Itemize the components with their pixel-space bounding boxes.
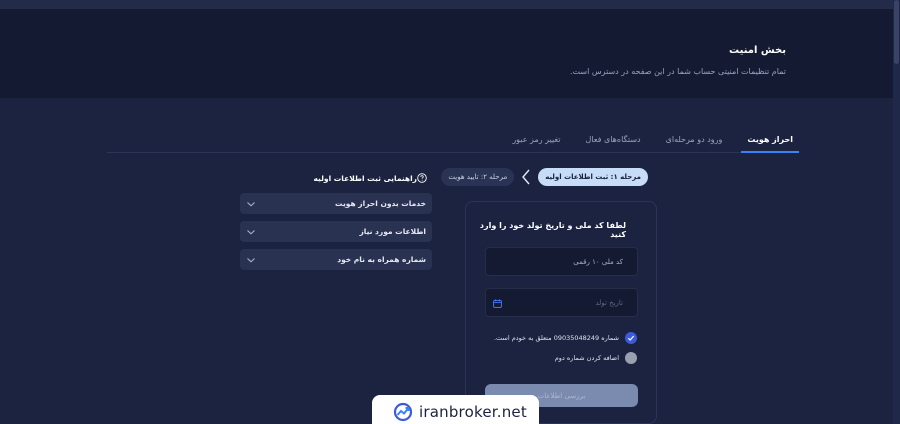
step-2-identity-confirm[interactable]: مرحله ۲: تایید هویت <box>441 168 515 186</box>
step-1-initial-info[interactable]: مرحله ۱: ثبت اطلاعات اولیه <box>538 168 648 186</box>
own-number-checkbox[interactable] <box>625 332 637 344</box>
tab-two-step-login[interactable]: ورود دو مرحله‌ای <box>666 127 723 152</box>
tab-change-password[interactable]: تغییر رمز عبور <box>512 127 560 152</box>
tab-identity-verification[interactable]: احراز هویت <box>741 127 799 153</box>
accordion-label: شماره همراه به نام خود <box>337 255 426 264</box>
own-number-label: شماره 09035048249 متعلق به خودم است. <box>493 334 619 342</box>
national-code-input[interactable] <box>486 248 637 275</box>
second-number-checkbox-row[interactable]: اضافه کردن شماره دوم <box>555 352 637 364</box>
verification-form-card: لطفا کد ملی و تاریخ تولد خود را وارد کنی… <box>465 201 657 424</box>
guide-panel: راهنمایی ثبت اطلاعات اولیه خدمات بدون اح… <box>240 170 432 270</box>
security-tabs: احراز هویت ورود دو مرحله‌ای دستگاه‌های ف… <box>107 127 799 153</box>
form-title: لطفا کد ملی و تاریخ تولد خود را وارد کنی… <box>479 221 626 239</box>
scrollbar-thumb[interactable] <box>894 0 899 64</box>
verification-stepper: مرحله ۱: ثبت اطلاعات اولیه مرحله ۲: تایی… <box>441 167 648 187</box>
own-number-checkbox-row[interactable]: شماره 09035048249 متعلق به خودم است. <box>494 332 637 344</box>
chevron-down-icon <box>247 257 255 262</box>
calendar-icon[interactable] <box>493 299 502 308</box>
accordion-label: اطلاعات مورد نیاز <box>359 227 426 236</box>
birth-date-input[interactable] <box>486 289 637 316</box>
accordion-required-info[interactable]: اطلاعات مورد نیاز <box>240 221 432 242</box>
accordion-own-mobile-number[interactable]: شماره همراه به نام خود <box>240 249 432 270</box>
iranbroker-logo-icon <box>393 402 413 422</box>
help-circle-icon <box>417 173 427 183</box>
page-title: بخش امنیت <box>729 45 786 56</box>
guide-title: راهنمایی ثبت اطلاعات اولیه <box>313 173 417 183</box>
second-number-checkbox[interactable] <box>625 352 637 364</box>
watermark-text: iranbroker.net <box>419 403 527 421</box>
page-scrollbar[interactable] <box>893 0 900 424</box>
chevron-left-icon <box>522 169 530 185</box>
birth-date-field <box>485 288 638 317</box>
page-header: بخش امنیت تمام تنظیمات امنیتی حساب شما د… <box>0 9 893 98</box>
watermark-badge: iranbroker.net <box>372 395 539 424</box>
guide-header: راهنمایی ثبت اطلاعات اولیه <box>240 170 432 186</box>
chevron-down-icon <box>247 201 255 206</box>
tab-active-devices[interactable]: دستگاه‌های فعال <box>585 127 640 152</box>
page-subtitle: تمام تنظیمات امنیتی حساب شما در این صفحه… <box>570 67 786 76</box>
accordion-label: خدمات بدون احراز هویت <box>335 199 426 208</box>
second-number-label: اضافه کردن شماره دوم <box>554 354 619 362</box>
top-bar <box>0 0 900 9</box>
accordion-services-without-verification[interactable]: خدمات بدون احراز هویت <box>240 193 432 214</box>
check-icon <box>627 335 635 341</box>
chevron-down-icon <box>247 229 255 234</box>
national-code-field <box>485 247 638 276</box>
